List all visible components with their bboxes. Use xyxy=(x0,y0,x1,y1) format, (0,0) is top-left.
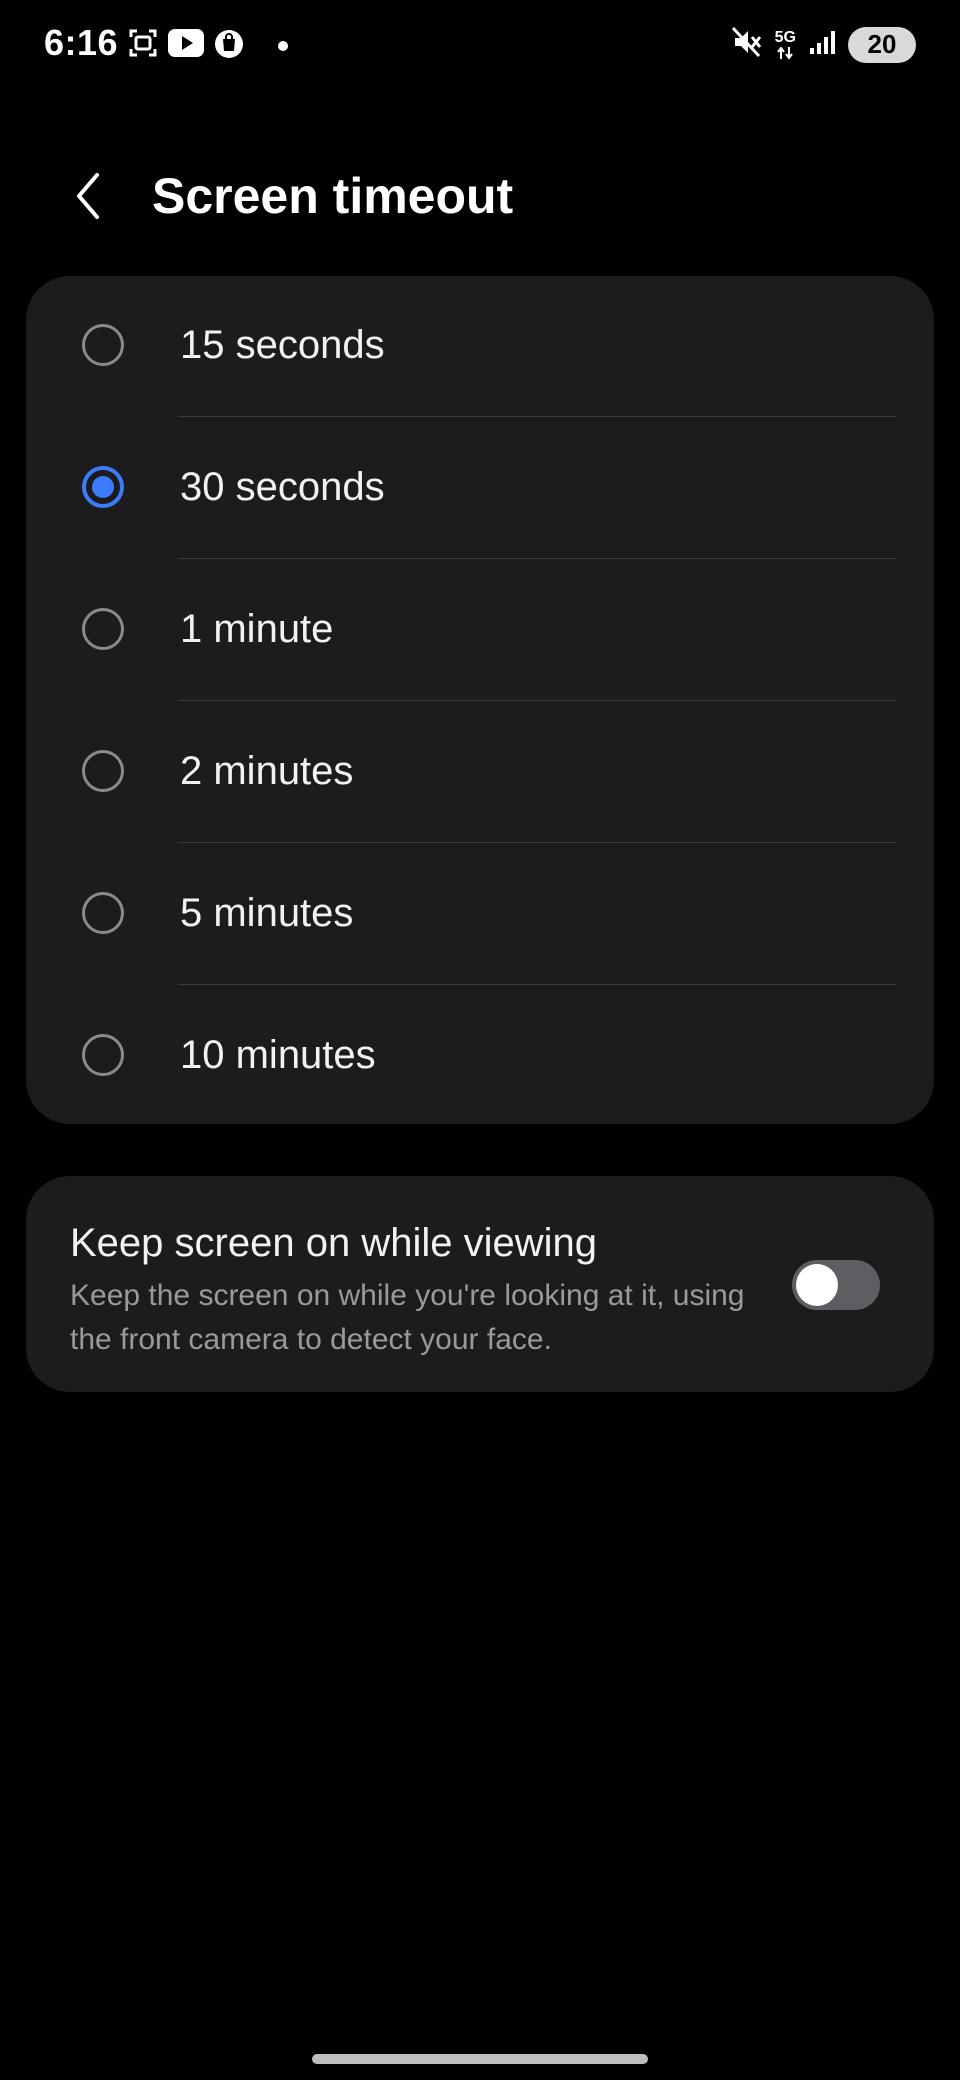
home-indicator[interactable] xyxy=(312,2054,648,2064)
radio-button[interactable] xyxy=(82,750,124,792)
page-title: Screen timeout xyxy=(152,168,514,224)
radio-button-selected[interactable] xyxy=(82,466,124,508)
chevron-left-icon xyxy=(77,173,99,219)
mute-icon xyxy=(731,26,763,63)
status-left-icons xyxy=(128,28,288,63)
battery-indicator: 20 xyxy=(848,26,916,63)
youtube-icon xyxy=(168,29,204,62)
keep-screen-on-toggle[interactable] xyxy=(792,1260,880,1310)
toggle-knob xyxy=(796,1264,838,1306)
divider xyxy=(178,416,896,417)
timeout-options-card: 15 seconds 30 seconds 1 minute 2 minutes… xyxy=(26,276,934,1124)
shopping-bag-icon xyxy=(214,28,244,63)
status-time: 6:16 xyxy=(44,22,119,63)
radio-button[interactable] xyxy=(82,1034,124,1076)
divider xyxy=(178,700,896,701)
option-label: 30 seconds xyxy=(180,465,385,509)
back-button[interactable] xyxy=(60,168,116,224)
screenshot-icon xyxy=(128,28,158,63)
notification-dot xyxy=(278,40,288,51)
keep-screen-on-description: Keep the screen on while you're looking … xyxy=(70,1279,745,1356)
radio-button[interactable] xyxy=(82,324,124,366)
option-2-minutes[interactable]: 2 minutes xyxy=(26,702,934,844)
network-type: 5G xyxy=(774,28,796,60)
option-15-seconds[interactable]: 15 seconds xyxy=(26,276,934,418)
keep-screen-on-title: Keep screen on while viewing xyxy=(70,1221,597,1265)
option-label: 2 minutes xyxy=(180,749,354,793)
option-label: 1 minute xyxy=(180,607,334,651)
status-bar: 6:16 5G 20 xyxy=(0,0,960,90)
option-5-minutes[interactable]: 5 minutes xyxy=(26,844,934,986)
signal-icon xyxy=(808,28,836,61)
option-label: 10 minutes xyxy=(180,1033,376,1077)
radio-button[interactable] xyxy=(82,608,124,650)
network-type-label: 5G xyxy=(774,28,796,46)
option-30-seconds[interactable]: 30 seconds xyxy=(26,418,934,560)
divider xyxy=(178,842,896,843)
option-10-minutes[interactable]: 10 minutes xyxy=(26,986,934,1128)
header: Screen timeout xyxy=(0,150,960,240)
option-label: 5 minutes xyxy=(180,891,354,935)
status-right-icons: 5G 20 xyxy=(731,26,916,63)
option-label: 15 seconds xyxy=(180,323,385,367)
radio-button[interactable] xyxy=(82,892,124,934)
option-1-minute[interactable]: 1 minute xyxy=(26,560,934,702)
keep-screen-on-card[interactable]: Keep screen on while viewing Keep the sc… xyxy=(26,1176,934,1392)
data-arrows-icon xyxy=(777,45,794,60)
divider xyxy=(178,558,896,559)
divider xyxy=(178,984,896,985)
